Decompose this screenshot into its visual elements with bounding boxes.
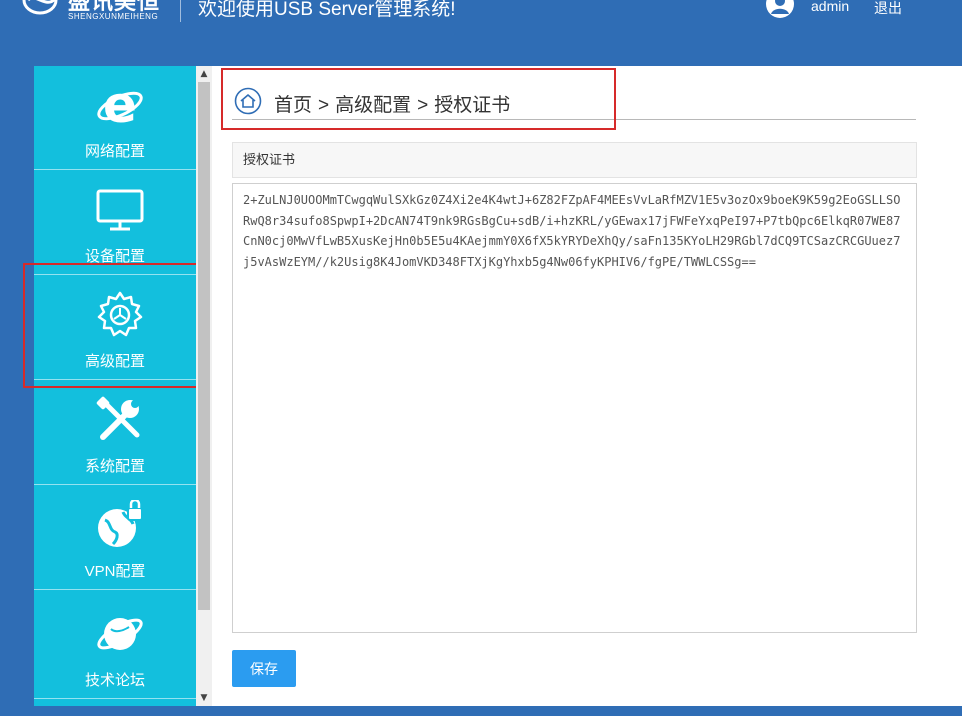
breadcrumb-separator: > (417, 95, 429, 116)
gear-icon (97, 291, 143, 337)
breadcrumb-path: 首页 > 高级配置 > 授权证书 (274, 90, 510, 117)
sidebar-item-vpn[interactable]: VPN配置 (34, 486, 196, 590)
monitor-icon (96, 189, 144, 231)
home-icon[interactable] (234, 87, 262, 115)
breadcrumb-current: 授权证书 (434, 95, 511, 116)
breadcrumb-home[interactable]: 首页 (274, 95, 312, 116)
logo-mark-icon (22, 0, 58, 15)
sidebar-item-network[interactable]: e 网络配置 (34, 66, 196, 170)
sidebar-item-forum[interactable]: 技术论坛 (34, 595, 196, 699)
sidebar-scrollbar[interactable]: ▲ ▼ (196, 66, 212, 706)
svg-text:e: e (103, 80, 137, 130)
logo-subtitle: SHENGXUNMEIHENG (68, 12, 159, 21)
company-logo: 盛讯美恒 SHENGXUNMEIHENG (22, 0, 172, 26)
tools-icon (96, 396, 140, 440)
breadcrumb-separator: > (318, 95, 330, 116)
sidebar-item-label: VPN配置 (84, 563, 146, 580)
vpn-globe-lock-icon (98, 500, 143, 547)
top-header: 盛讯美恒 SHENGXUNMEIHENG 欢迎使用USB Server管理系统!… (0, 0, 962, 66)
main-content: 首页 > 高级配置 > 授权证书 授权证书 2+ZuLNJ0UOOMmTCwgqWulS… (212, 66, 962, 706)
panel-title: 授权证书 (232, 142, 917, 178)
system-title: 欢迎使用USB Server管理系统! (198, 0, 456, 20)
header-divider (180, 0, 181, 22)
sidebar-item-label: 高级配置 (84, 353, 145, 370)
certificate-textarea[interactable]: 2+ZuLNJ0UOOMmTCwgqWulSXkGz0Z4Xi2e4K4wtJ+… (232, 183, 917, 633)
scroll-down-icon[interactable]: ▼ (196, 690, 212, 706)
username: admin (811, 0, 850, 14)
breadcrumb: 首页 > 高级配置 > 授权证书 (232, 86, 916, 120)
sidebar-item-label: 网络配置 (84, 143, 145, 160)
scrollbar-thumb[interactable] (198, 82, 210, 610)
ie-browser-icon: e (97, 80, 143, 130)
save-button[interactable]: 保存 (232, 650, 296, 687)
breadcrumb-advanced[interactable]: 高级配置 (335, 95, 411, 116)
planet-icon (97, 618, 143, 650)
sidebar-item-device[interactable]: 设备配置 (34, 171, 196, 275)
sidebar-nav: e 网络配置 设备配置 高级配置 系统配置 VPN配置 技术论坛 (34, 66, 196, 706)
sidebar-item-label: 设备配置 (84, 248, 145, 265)
sidebar-item-advanced[interactable]: 高级配置 (34, 276, 196, 380)
scroll-up-icon[interactable]: ▲ (196, 66, 212, 82)
sidebar-item-system[interactable]: 系统配置 (34, 381, 196, 485)
sidebar-item-label: 系统配置 (84, 458, 145, 475)
user-avatar-icon (766, 0, 794, 18)
sidebar-item-label: 技术论坛 (84, 672, 145, 689)
logout-link[interactable]: 退出 (874, 0, 902, 18)
